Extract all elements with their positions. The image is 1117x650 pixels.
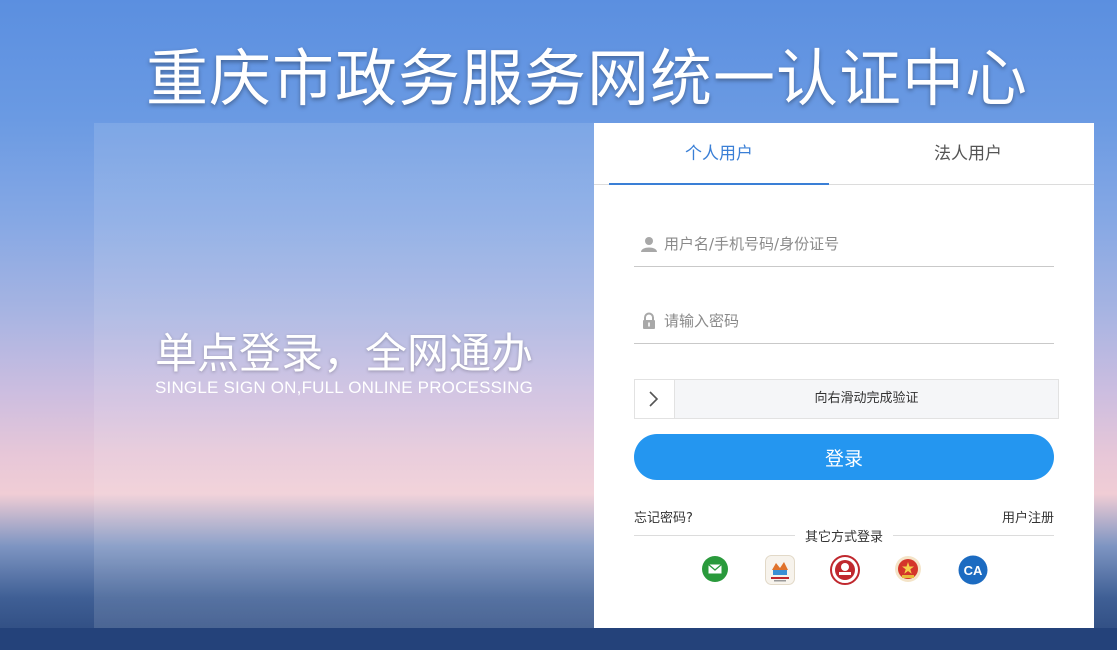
password-input[interactable] <box>664 306 1044 336</box>
login-button[interactable]: 登录 <box>634 434 1054 480</box>
lock-icon <box>640 312 658 330</box>
hero-panel: 单点登录，全网通办 SINGLE SIGN ON,FULL ONLINE PRO… <box>94 123 594 628</box>
password-field <box>634 298 1054 344</box>
forgot-password-link[interactable]: 忘记密码? <box>634 507 693 526</box>
register-link[interactable]: 用户注册 <box>1002 507 1054 526</box>
ca-icon-label: CA <box>964 563 983 578</box>
site-title: 重庆市政务服务网统一认证中心 <box>146 42 1029 115</box>
other-login-title: 其它方式登录 <box>594 526 1094 545</box>
login-tabs: 个人用户 法人用户 <box>594 123 1094 185</box>
seal-badge-icon[interactable] <box>830 555 860 585</box>
hero-slogan: 单点登录，全网通办 <box>154 329 533 378</box>
message-icon[interactable] <box>701 555 729 583</box>
username-field <box>634 221 1054 267</box>
ca-icon[interactable]: CA <box>958 555 988 585</box>
alt-login-options: CA <box>594 555 1094 585</box>
chevron-right-icon <box>649 391 659 407</box>
login-card: 个人用户 法人用户 向右滑动完成验证 登录 忘记密码 <box>594 123 1094 628</box>
app-logo-icon[interactable] <box>765 555 795 585</box>
hero-subtitle: SINGLE SIGN ON,FULL ONLINE PROCESSING <box>154 378 534 397</box>
national-emblem-icon[interactable] <box>894 555 922 583</box>
tab-legal-user[interactable]: 法人用户 <box>858 123 1078 185</box>
tab-personal-user[interactable]: 个人用户 <box>609 123 829 185</box>
slider-handle[interactable] <box>635 380 675 418</box>
slider-text: 向右滑动完成验证 <box>814 391 919 406</box>
username-input[interactable] <box>664 229 1044 259</box>
other-login-label: 其它方式登录 <box>794 530 893 545</box>
user-icon <box>640 235 658 253</box>
bottom-strip <box>0 628 1117 650</box>
slide-verify: 向右滑动完成验证 <box>634 379 1059 419</box>
